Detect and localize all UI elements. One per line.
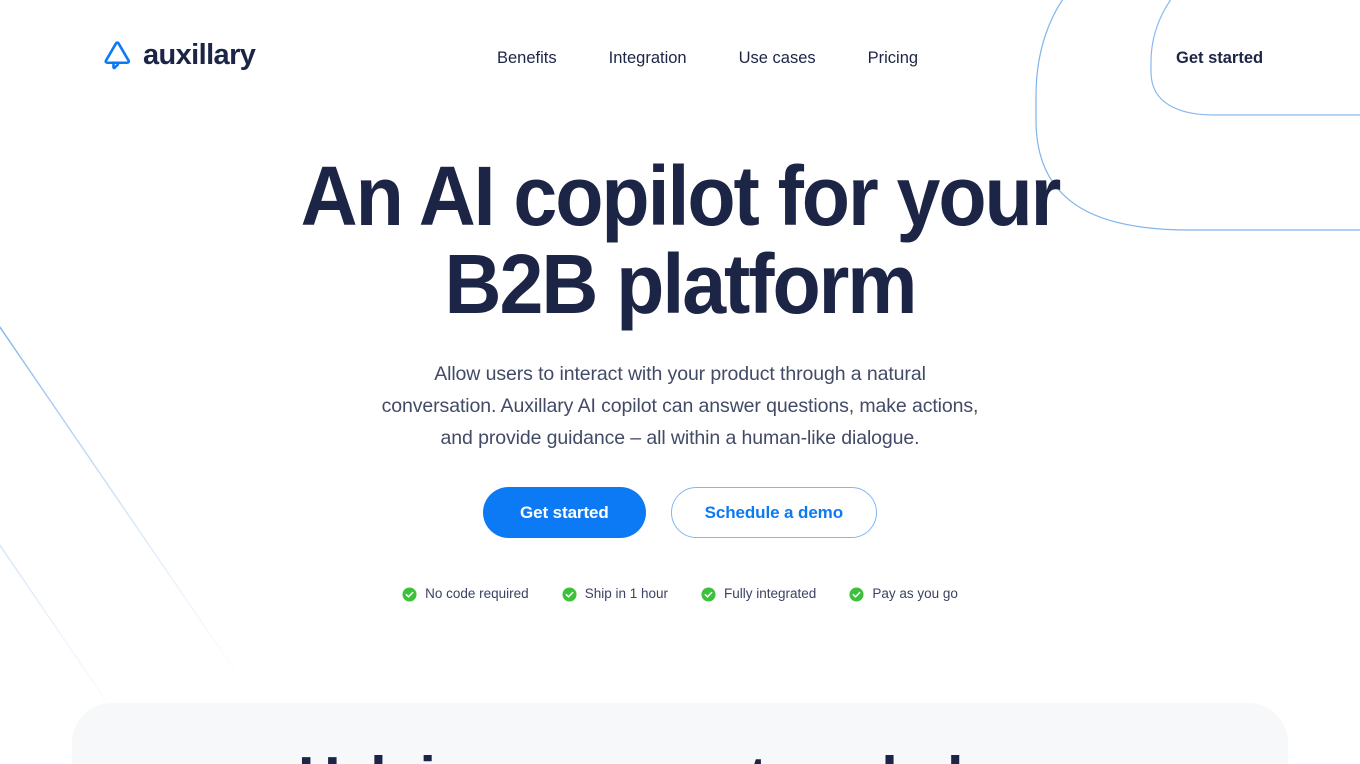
check-circle-icon <box>402 586 417 602</box>
schedule-demo-button[interactable]: Schedule a demo <box>670 487 877 538</box>
brand-name: auxillary <box>143 38 256 71</box>
hero-subtitle-line-1: Allow users to interact with your produc… <box>434 363 926 385</box>
hero-subtitle-line-3: and provide guidance – all within a huma… <box>440 427 920 449</box>
check-circle-icon <box>562 586 577 602</box>
landing-page: auxillary Benefits Integration Use cases… <box>0 0 1360 764</box>
feature-label: Ship in 1 hour <box>584 586 668 601</box>
get-started-button[interactable]: Get started <box>483 487 646 538</box>
nav-get-started-link[interactable]: Get started <box>1176 46 1263 70</box>
hero-feature-list: No code required Ship in 1 hour Fully in… <box>0 585 1360 603</box>
hero-subtitle-line-2: conversation. Auxillary AI copilot can a… <box>381 395 979 417</box>
hero-cta-group: Get started Schedule a demo <box>0 487 1360 538</box>
next-section-title: Helping users get work done <box>102 703 1257 764</box>
check-circle-icon <box>849 586 864 602</box>
primary-nav: Benefits Integration Use cases Pricing <box>497 46 918 70</box>
nav-item-use-cases[interactable]: Use cases <box>739 46 816 70</box>
nav-item-integration[interactable]: Integration <box>609 46 687 70</box>
feature-label: No code required <box>425 586 529 601</box>
next-section-panel: Helping users get work done <box>72 703 1288 764</box>
brand-logo[interactable]: auxillary <box>100 38 256 72</box>
check-circle-icon <box>701 586 716 602</box>
feature-item: Fully integrated <box>701 585 816 603</box>
feature-label: Fully integrated <box>724 586 817 601</box>
site-header: auxillary Benefits Integration Use cases… <box>0 0 1360 115</box>
hero-title-line-2: B2B platform <box>444 237 918 331</box>
feature-item: Ship in 1 hour <box>562 585 668 603</box>
feature-label: Pay as you go <box>872 586 958 601</box>
feature-item: No code required <box>402 585 529 603</box>
hero-title-line-1: An AI copilot for your <box>300 149 1062 243</box>
feature-item: Pay as you go <box>849 585 958 603</box>
auxillary-triangle-icon <box>100 38 134 72</box>
nav-item-pricing[interactable]: Pricing <box>868 46 918 70</box>
nav-item-benefits[interactable]: Benefits <box>497 46 557 70</box>
hero-subtitle: Allow users to interact with your produc… <box>380 358 980 454</box>
